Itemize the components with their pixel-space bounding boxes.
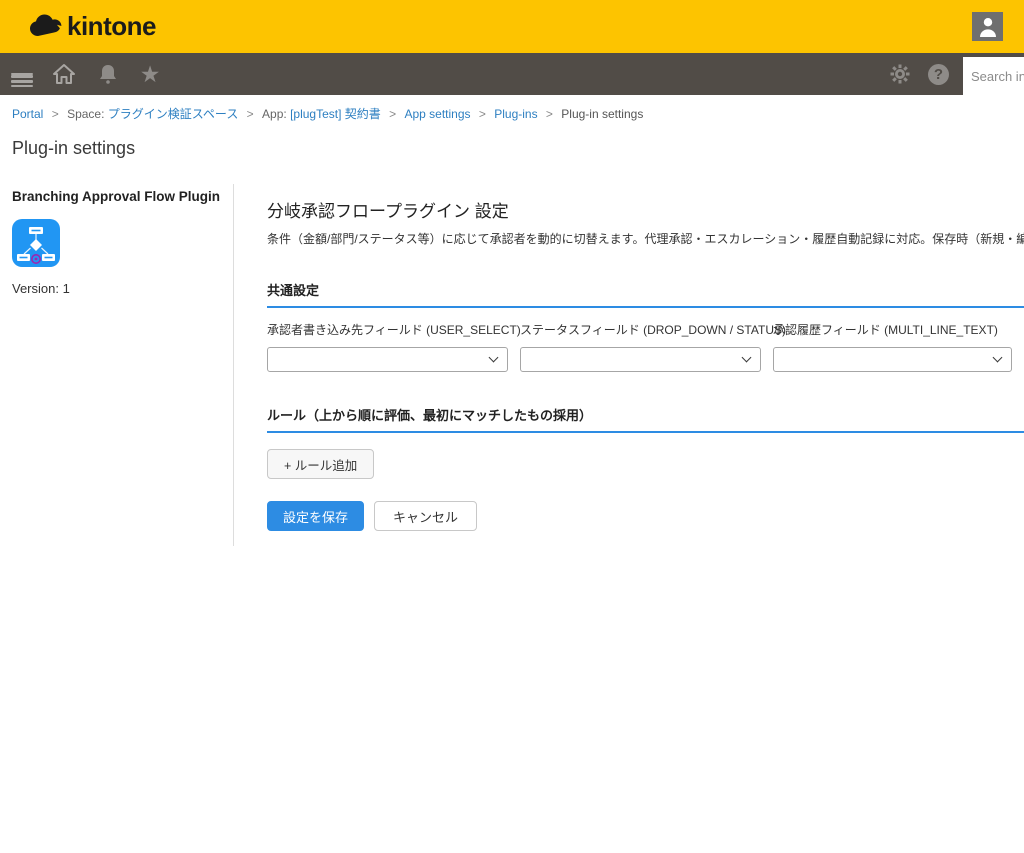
approver-field-select[interactable]	[267, 347, 508, 372]
breadcrumb-separator: >	[479, 107, 486, 121]
status-field-group: ステータスフィールド (DROP_DOWN / STATUS)	[520, 321, 761, 372]
history-field-select[interactable]	[773, 347, 1012, 372]
form-actions: 設定を保存 キャンセル	[267, 501, 1024, 531]
hamburger-menu-icon[interactable]	[10, 62, 34, 86]
rules-section-title: ルール（上から順に評価、最初にマッチしたもの採用）	[267, 405, 1024, 433]
breadcrumb-separator: >	[546, 107, 553, 121]
common-settings-fields: 承認者書き込み先フィールド (USER_SELECT) ステータスフィールド (…	[267, 321, 1024, 372]
user-avatar-button[interactable]	[972, 12, 1003, 41]
approver-field-select-wrap	[267, 347, 508, 372]
favorites-star-icon[interactable]: ★	[138, 62, 162, 86]
breadcrumb-link-portal[interactable]: Portal	[12, 107, 43, 121]
search-box	[963, 57, 1024, 95]
page-title: Plug-in settings	[12, 138, 1012, 159]
plugin-version-label: Version: 1	[12, 281, 233, 296]
settings-gear-icon[interactable]	[888, 62, 912, 86]
content-area: Branching Approval Flow Plugin	[0, 184, 1024, 546]
breadcrumb-separator: >	[247, 107, 254, 121]
add-rule-button[interactable]: + ルール追加	[267, 449, 374, 479]
status-field-select[interactable]	[520, 347, 761, 372]
breadcrumb-link-app[interactable]: [plugTest] 契約書	[290, 107, 381, 121]
breadcrumb-link-plugins[interactable]: Plug-ins	[494, 107, 537, 121]
approver-field-label: 承認者書き込み先フィールド (USER_SELECT)	[267, 321, 508, 338]
notifications-bell-icon[interactable]	[96, 62, 120, 86]
settings-heading: 分岐承認フロープラグイン 設定	[267, 197, 1024, 222]
history-field-select-wrap	[773, 347, 1012, 372]
breadcrumb-separator: >	[52, 107, 59, 121]
plugin-flowchart-icon	[12, 219, 233, 272]
user-silhouette-icon	[978, 16, 998, 37]
kintone-logo-link[interactable]: kintone	[28, 12, 156, 40]
nav-left-icons: ★	[0, 62, 162, 86]
navigation-bar: ★ ?	[0, 53, 1024, 95]
breadcrumb-separator: >	[389, 107, 396, 121]
kintone-cloud-icon	[28, 12, 64, 40]
history-field-label: 承認履歴フィールド (MULTI_LINE_TEXT)	[773, 321, 1012, 338]
plugin-name: Branching Approval Flow Plugin	[12, 188, 233, 206]
save-settings-button[interactable]: 設定を保存	[267, 501, 364, 531]
app-search-input[interactable]	[963, 69, 1024, 84]
breadcrumb: Portal > Space: プラグイン検証スペース > App: [plug…	[0, 95, 1024, 122]
plugin-list-sidebar: Branching Approval Flow Plugin	[0, 184, 234, 546]
approver-field-group: 承認者書き込み先フィールド (USER_SELECT)	[267, 321, 508, 372]
breadcrumb-prefix-app: App:	[262, 107, 290, 121]
status-field-label: ステータスフィールド (DROP_DOWN / STATUS)	[520, 321, 761, 338]
help-question-icon[interactable]: ?	[928, 64, 949, 85]
history-field-group: 承認履歴フィールド (MULTI_LINE_TEXT)	[773, 321, 1012, 372]
kintone-logo-text: kintone	[67, 13, 156, 39]
breadcrumb-prefix-space: Space:	[67, 107, 108, 121]
cancel-button[interactable]: キャンセル	[374, 501, 477, 531]
common-settings-section-title: 共通設定	[267, 280, 1024, 308]
settings-description: 条件（金額/部門/ステータス等）に応じて承認者を動的に切替えます。代理承認・エス…	[267, 230, 1024, 247]
home-icon[interactable]	[52, 62, 76, 86]
breadcrumb-current-page: Plug-in settings	[561, 107, 643, 121]
plugin-settings-panel: 分岐承認フロープラグイン 設定 条件（金額/部門/ステータス等）に応じて承認者を…	[234, 184, 1024, 546]
breadcrumb-link-space[interactable]: プラグイン検証スペース	[108, 107, 239, 121]
status-field-select-wrap	[520, 347, 761, 372]
top-header-bar: kintone	[0, 0, 1024, 53]
breadcrumb-link-app-settings[interactable]: App settings	[404, 107, 470, 121]
